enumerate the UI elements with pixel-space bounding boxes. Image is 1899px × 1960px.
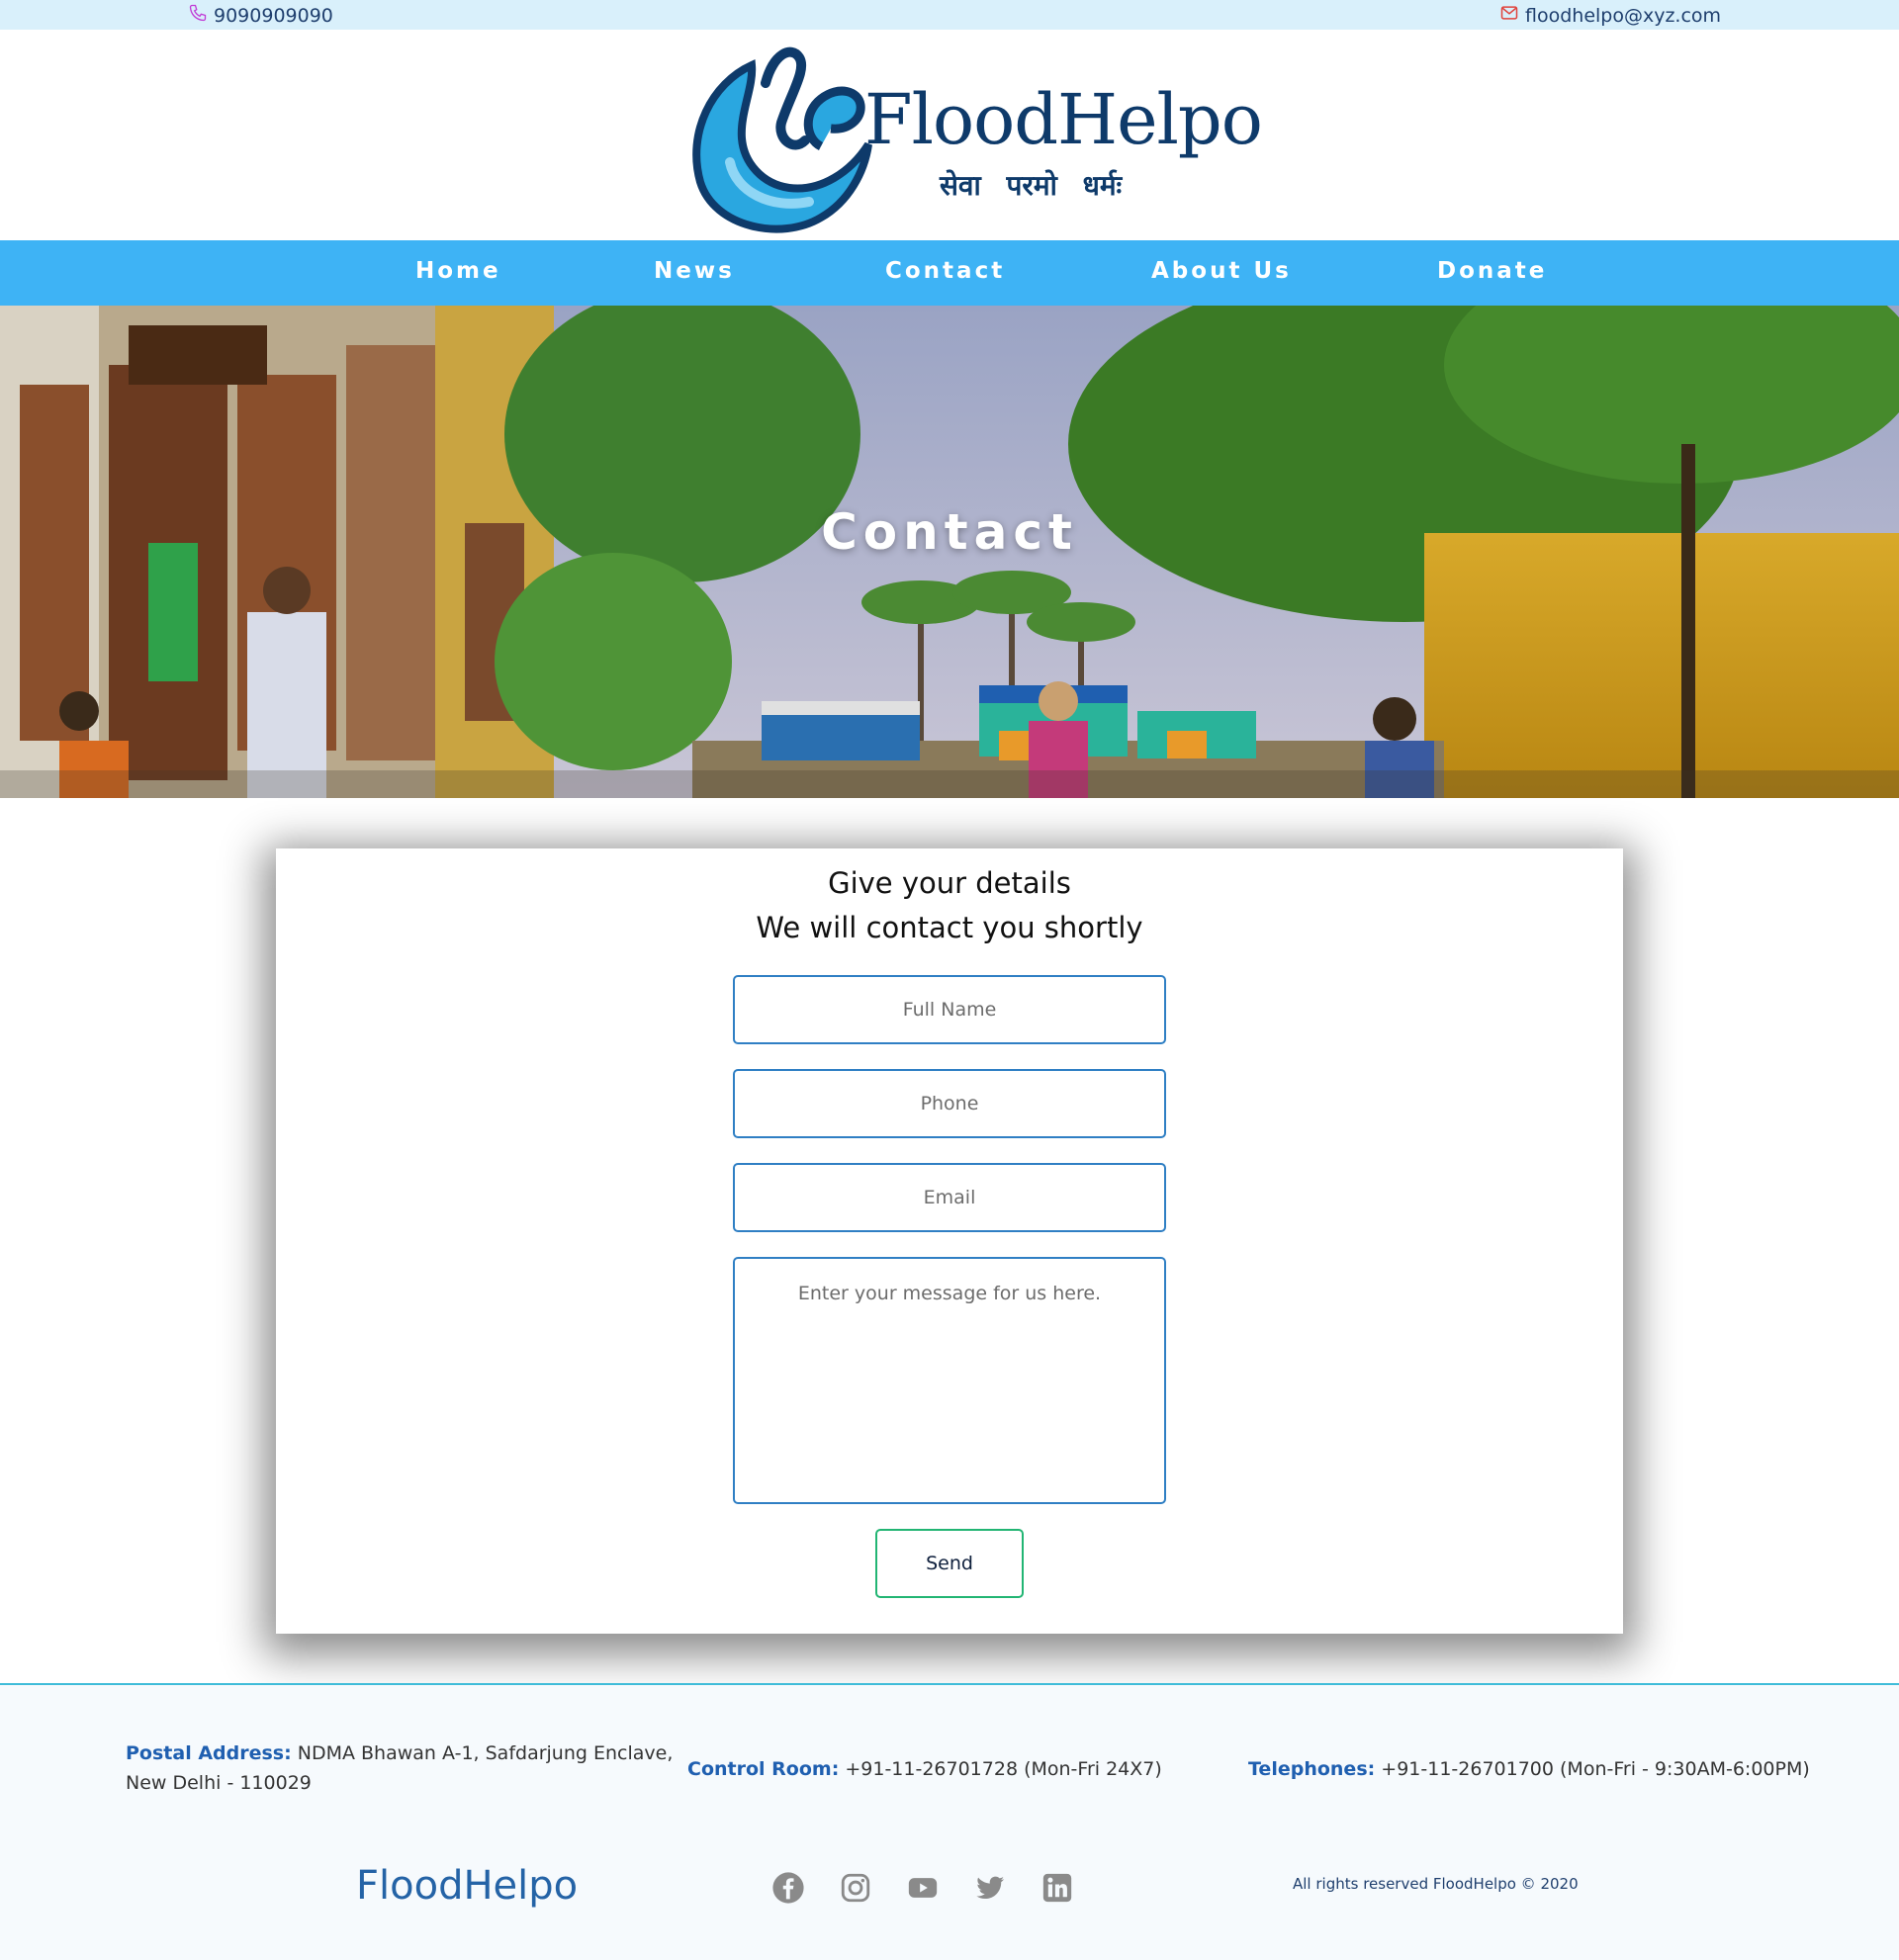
control-room: Control Room: +91-11-26701728 (Mon-Fri 2…	[687, 1754, 1162, 1784]
wave-drop-icon	[692, 46, 872, 233]
twitter-icon[interactable]	[973, 1871, 1007, 1905]
form-heading-line2: We will contact you shortly	[756, 911, 1143, 944]
postal-address-label: Postal Address:	[126, 1742, 292, 1764]
topbar-email-text: floodhelpo@xyz.com	[1525, 4, 1722, 27]
postal-address-value-line1: NDMA Bhawan A-1, Safdarjung Enclave,	[297, 1742, 674, 1764]
email-input[interactable]	[733, 1163, 1166, 1232]
main-nav: Home News Contact About Us Donate	[0, 240, 1899, 306]
logo-tagline: सेवा परमो धर्मः	[940, 169, 1123, 202]
linkedin-icon[interactable]	[1040, 1871, 1074, 1905]
nav-contact[interactable]: Contact	[885, 258, 1005, 284]
phone-input[interactable]	[733, 1069, 1166, 1138]
form-heading-line1: Give your details	[828, 866, 1071, 900]
topbar-phone[interactable]: 9090909090	[188, 3, 333, 28]
phone-icon	[188, 3, 208, 28]
postal-address: Postal Address: NDMA Bhawan A-1, Safdarj…	[126, 1738, 673, 1798]
youtube-icon[interactable]	[906, 1871, 940, 1905]
site-logo[interactable]: FloodHelpo सेवा परमो धर्मः	[682, 44, 1263, 237]
hero-title: Contact	[821, 503, 1078, 561]
logo-title: FloodHelpo	[864, 79, 1263, 160]
nav-news[interactable]: News	[654, 258, 735, 284]
copyright-text: All rights reserved FloodHelpo © 2020	[1293, 1875, 1579, 1893]
control-room-value: +91-11-26701728 (Mon-Fri 24X7)	[845, 1758, 1162, 1780]
mail-icon	[1499, 3, 1519, 28]
message-textarea[interactable]	[733, 1257, 1166, 1504]
nav-about-us[interactable]: About Us	[1151, 258, 1292, 284]
facebook-icon[interactable]	[771, 1871, 805, 1905]
telephones: Telephones: +91-11-26701700 (Mon-Fri - 9…	[1248, 1754, 1810, 1784]
telephones-label: Telephones:	[1248, 1758, 1376, 1780]
social-links	[771, 1871, 1074, 1905]
postal-address-value-line2: New Delhi - 110029	[126, 1772, 312, 1794]
send-button[interactable]: Send	[875, 1529, 1024, 1598]
top-contact-bar: 9090909090 floodhelpo@xyz.com	[0, 0, 1899, 30]
control-room-label: Control Room:	[687, 1758, 840, 1780]
nav-home[interactable]: Home	[415, 258, 501, 284]
contact-form-card: Give your details We will contact you sh…	[276, 848, 1623, 1634]
topbar-email[interactable]: floodhelpo@xyz.com	[1499, 3, 1721, 28]
instagram-icon[interactable]	[839, 1871, 872, 1905]
footer-brand[interactable]: FloodHelpo	[356, 1863, 578, 1909]
telephones-value: +91-11-26701700 (Mon-Fri - 9:30AM-6:00PM…	[1381, 1758, 1810, 1780]
nav-donate[interactable]: Donate	[1437, 258, 1547, 284]
hero-banner: Contact	[0, 306, 1899, 798]
topbar-phone-text: 9090909090	[214, 4, 333, 27]
site-footer: Postal Address: NDMA Bhawan A-1, Safdarj…	[0, 1683, 1899, 1960]
full-name-input[interactable]	[733, 975, 1166, 1044]
